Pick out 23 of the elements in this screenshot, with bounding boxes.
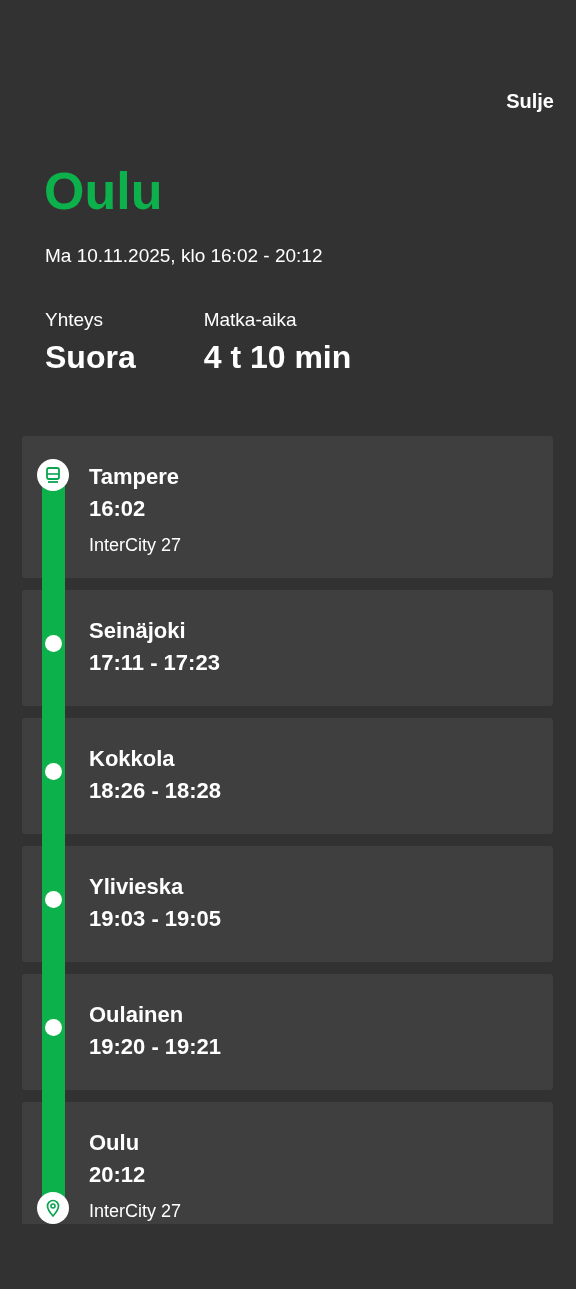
- stop-time: 16:02: [89, 495, 147, 523]
- stop-time: 19:03 - 19:05: [89, 905, 223, 933]
- summary-value: 4 t 10 min: [203, 339, 352, 376]
- stop-time: 17:11 - 17:23: [89, 649, 221, 677]
- train-name: InterCity 27: [89, 534, 183, 556]
- summary-label: Matka-aika: [203, 309, 298, 331]
- stop-time: 20:12: [89, 1161, 147, 1189]
- station-name: Kokkola: [89, 745, 176, 773]
- station-name: Oulainen: [89, 1001, 185, 1029]
- station-name: Ylivieska: [89, 873, 185, 901]
- summary-label: Yhteys: [45, 309, 105, 331]
- station-name: Tampere: [89, 463, 181, 491]
- location-pin-icon: [37, 1192, 69, 1224]
- stop-time: 19:20 - 19:21: [89, 1033, 223, 1061]
- station-name: Seinäjoki: [89, 617, 187, 645]
- train-name: InterCity 27: [89, 1200, 183, 1222]
- close-button[interactable]: Sulje: [506, 88, 554, 115]
- summary-value: Suora: [45, 339, 136, 376]
- station-name: Oulu: [89, 1129, 141, 1157]
- trip-date: Ma 10.11.2025, klo 16:02 - 20:12: [44, 245, 324, 267]
- train-icon: [37, 459, 69, 491]
- destination-title: Oulu: [43, 161, 164, 221]
- stop-time: 18:26 - 18:28: [89, 777, 223, 805]
